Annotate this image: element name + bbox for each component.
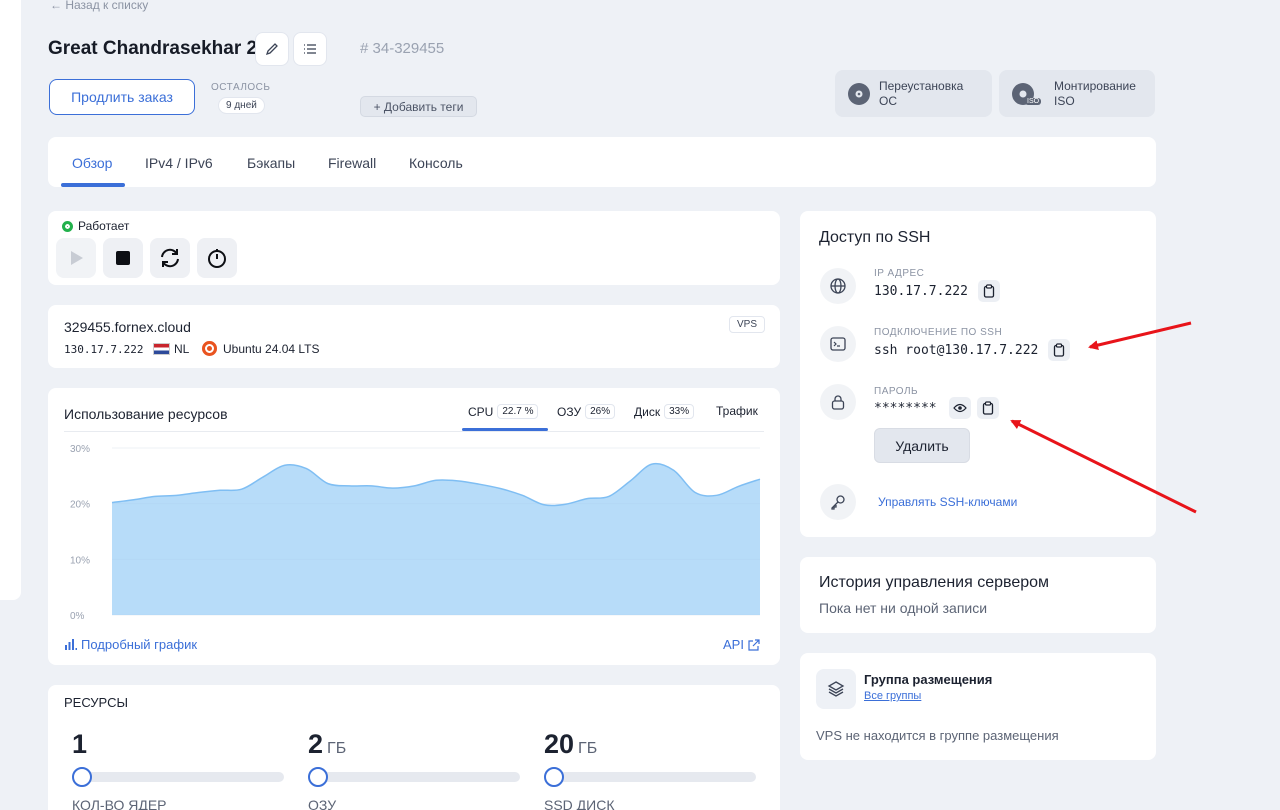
arrow-to-ssh-command (1088, 321, 1192, 351)
annotation-arrows (1010, 321, 1197, 514)
arrow-to-password (1010, 419, 1197, 514)
